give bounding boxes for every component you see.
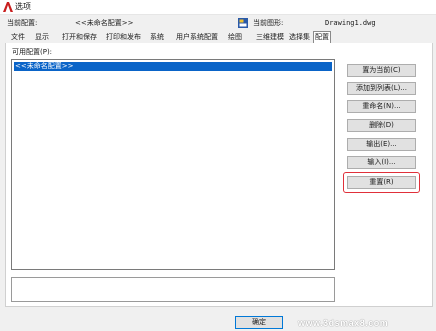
watermark: www.3dsmax8.com (298, 318, 389, 328)
current-drawing-label: 当前图形: (253, 19, 284, 27)
window-title: 选项 (15, 2, 31, 11)
tab-system[interactable]: 系统 (150, 32, 164, 43)
tab-display[interactable]: 显示 (35, 32, 49, 43)
tab-plot-publish[interactable]: 打印和发布 (106, 32, 141, 43)
tab-drafting[interactable]: 绘图 (228, 32, 242, 43)
profile-description-box (11, 277, 335, 302)
delete-button[interactable]: 删除(D) (347, 119, 416, 132)
list-item[interactable]: <<未命名配置>> (14, 62, 332, 71)
current-drawing-value: Drawing1.dwg (325, 19, 376, 27)
highlight-box (343, 172, 420, 193)
tab-files[interactable]: 文件 (11, 32, 25, 43)
current-config-label: 当前配置: (7, 19, 38, 27)
tab-strip: 文件 显示 打开和保存 打印和发布 系统 用户系统配置 绘图 三维建模 选择集 … (5, 31, 425, 44)
export-button[interactable]: 输出(E)... (347, 138, 416, 151)
tab-3d-modeling[interactable]: 三维建模 (256, 32, 284, 43)
tab-open-save[interactable]: 打开和保存 (62, 32, 97, 43)
add-to-list-button[interactable]: 添加到列表(L)... (347, 82, 416, 95)
title-bar (0, 0, 436, 14)
ok-button[interactable]: 确定 (235, 316, 283, 329)
set-current-button[interactable]: 置为当前(C) (347, 64, 416, 77)
autocad-app-icon (3, 2, 13, 12)
available-profiles-label: 可用配置(P): (12, 48, 53, 56)
import-button[interactable]: 输入(I)... (347, 156, 416, 169)
drawing-file-icon (238, 18, 248, 28)
profiles-list[interactable]: <<未命名配置>> (11, 59, 335, 270)
current-config-value: <<未命名配置>> (75, 19, 134, 27)
rename-button[interactable]: 重命名(N)... (347, 100, 416, 113)
tab-user-preferences[interactable]: 用户系统配置 (176, 32, 218, 43)
tab-selection[interactable]: 选择集 (289, 32, 310, 43)
